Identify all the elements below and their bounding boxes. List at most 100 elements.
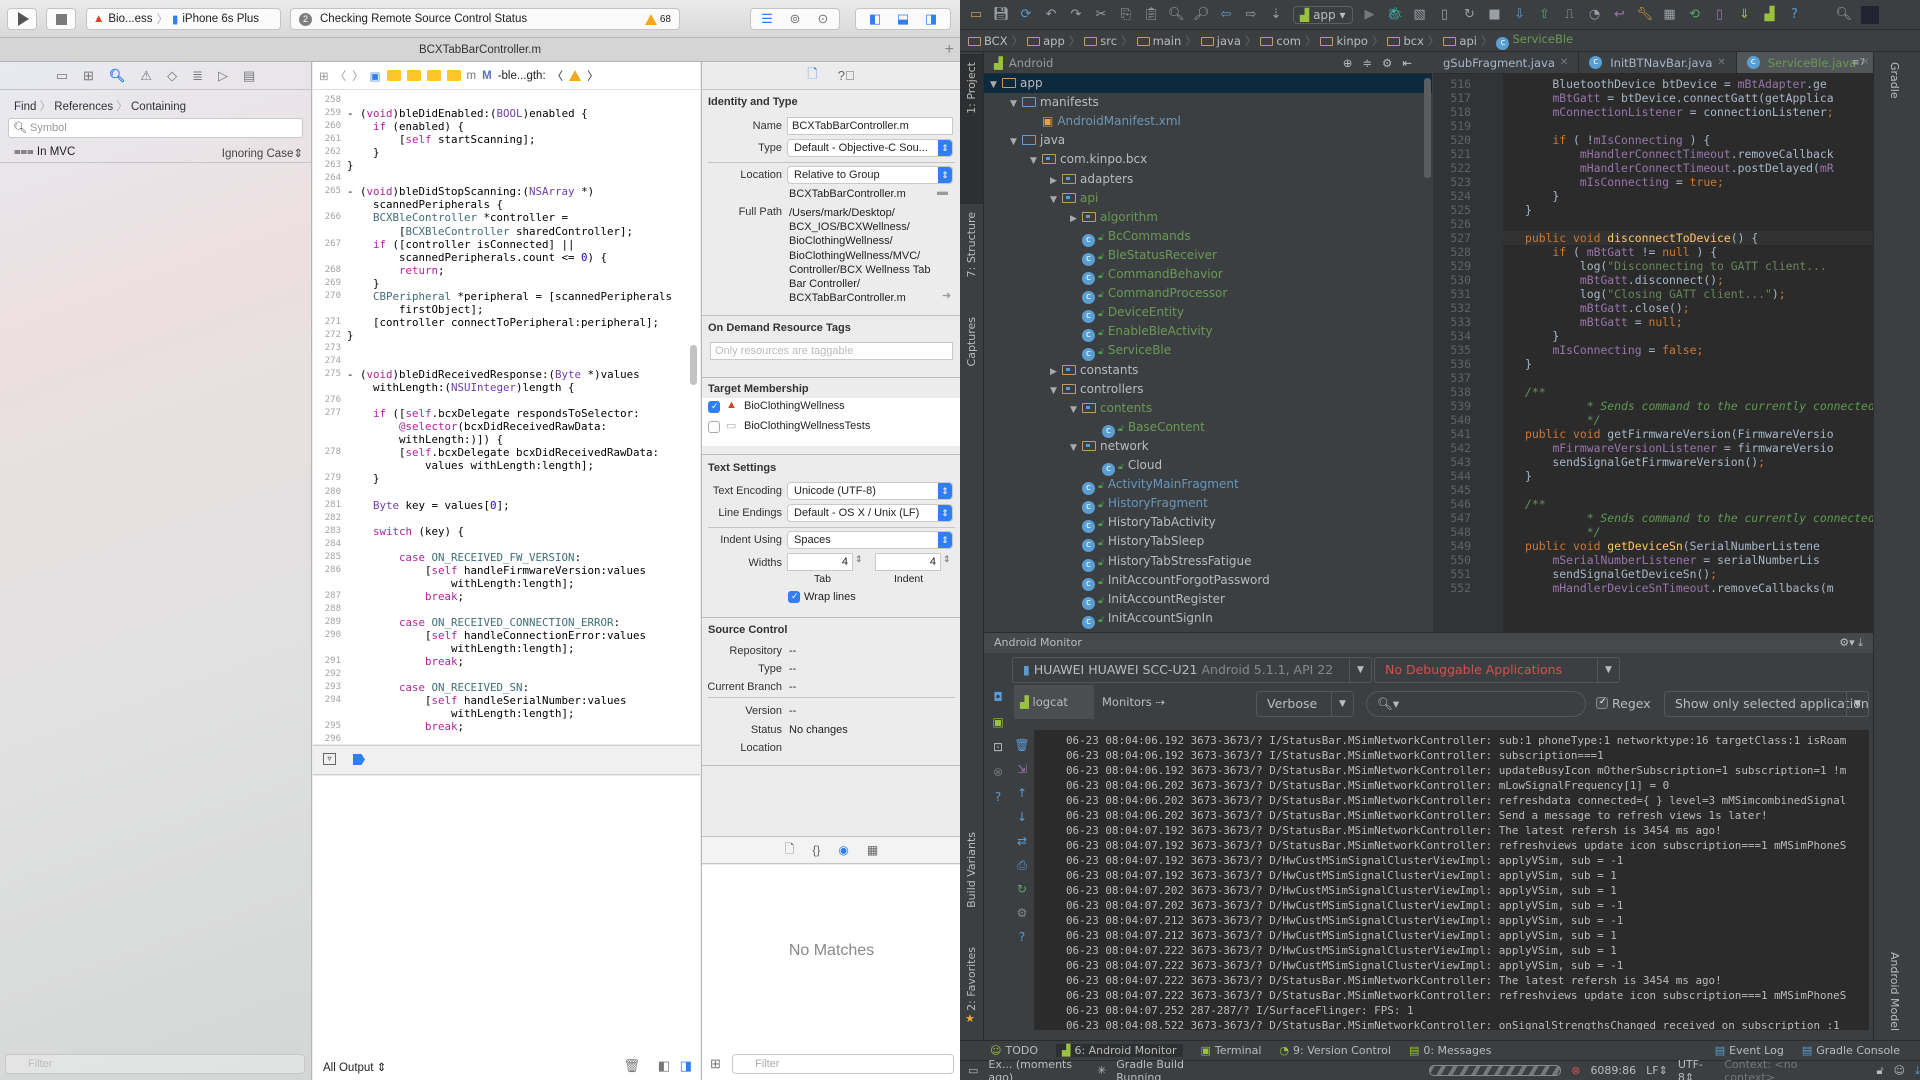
logcat-output[interactable]: 06-23 08:04:06.192 3673-3673/? I/StatusB… xyxy=(1034,730,1869,1030)
tree-item[interactable]: c 🔓︎ BcCommands xyxy=(984,227,1432,247)
tab-logcat[interactable]: ▟ logcat xyxy=(1014,685,1094,719)
project-tool-button[interactable]: 1: Project xyxy=(965,62,978,114)
debug-console[interactable]: All Output ⇕ 🗑︎ ◧ ◨ xyxy=(313,776,700,1080)
rerun-icon[interactable]: ↻ xyxy=(1462,7,1478,22)
sync-gradle-icon[interactable]: ⟲ xyxy=(1687,7,1703,22)
update-icon[interactable]: ⤓ xyxy=(1915,1064,1920,1078)
open-icon[interactable]: ▭ xyxy=(968,7,984,22)
cut-icon[interactable]: ✂ xyxy=(1093,7,1109,22)
replace-icon[interactable]: 🔎︎ xyxy=(1193,7,1210,22)
device-selector[interactable]: ▮ HUAWEI HUAWEI SCC-U21 Android 5.1.1, A… xyxy=(1012,657,1372,683)
tree-item[interactable]: ▶ constants xyxy=(984,361,1432,380)
paste-icon[interactable]: 📋︎ xyxy=(1143,7,1160,22)
reveal-in-finder-icon[interactable]: ➜ xyxy=(942,289,951,302)
caret-position[interactable]: 6089:86 xyxy=(1590,1064,1636,1077)
find-crumb[interactable]: Find xyxy=(14,101,36,113)
add-tab-icon[interactable]: + xyxy=(945,38,954,62)
source-editor[interactable]: 258 259 - (void)bleDidEnabled:(BOOL)enable… xyxy=(313,90,700,744)
tree-item[interactable]: ▼ contents xyxy=(984,399,1432,418)
tree-item[interactable]: c 🔓︎ HistoryTabSleep xyxy=(984,532,1432,553)
breadcrumb-item[interactable]: bcx xyxy=(1387,34,1424,48)
editor-tab[interactable]: BCXTabBarController.m + xyxy=(0,38,960,62)
tab-width-stepper[interactable]: ⇕ xyxy=(855,554,863,565)
regex-checkbox[interactable] xyxy=(1596,697,1608,709)
filter-selector[interactable]: Show only selected application ▼ xyxy=(1664,691,1869,717)
library-filter-input[interactable]: Filter xyxy=(732,1054,954,1074)
cancel-task-icon[interactable]: ⊗ xyxy=(1571,1064,1580,1077)
editor-tab[interactable]: gSubFragment.java ✕ xyxy=(1433,52,1580,74)
folder-icon[interactable] xyxy=(446,70,461,81)
screenshot-icon[interactable]: ◘ xyxy=(988,685,1008,710)
navigator-filter-input[interactable]: Filter xyxy=(5,1054,305,1074)
folder-icon[interactable] xyxy=(386,70,401,81)
breadcrumb-item[interactable]: app xyxy=(1027,34,1065,48)
tree-item[interactable]: c 🔓︎ CommandProcessor xyxy=(984,284,1432,305)
clear-logcat-icon[interactable]: 🗑︎ xyxy=(1012,733,1032,757)
hide-panel-icon[interactable]: ⇤ xyxy=(1402,56,1412,70)
copy-icon[interactable]: ⎘ xyxy=(1118,7,1134,22)
trash-icon[interactable]: 🗑︎ xyxy=(623,1058,640,1074)
output-selector[interactable]: All Output ⇕ xyxy=(323,1060,386,1074)
close-icon[interactable]: ✕ xyxy=(1560,52,1568,74)
favorites-tool-button[interactable]: 2: Favorites xyxy=(965,947,978,1011)
down-icon[interactable]: ↓ xyxy=(1012,805,1032,829)
project-navigator-icon[interactable]: ▭ xyxy=(56,68,68,84)
tree-item[interactable]: ▼ api xyxy=(984,189,1432,208)
breadcrumb-item[interactable]: api xyxy=(1443,34,1477,48)
run-config-selector[interactable]: ▟ app ▾ xyxy=(1293,5,1353,24)
folder-icon[interactable] xyxy=(406,70,421,81)
breadcrumb-item[interactable]: src xyxy=(1084,34,1117,48)
tree-item[interactable]: c 🔓︎ BaseContent xyxy=(984,418,1432,438)
line-separator[interactable]: LF⇕ xyxy=(1646,1064,1668,1077)
scroll-from-source-icon[interactable]: ⊕ xyxy=(1343,56,1353,70)
tool-tab[interactable]: ▤ 0: Messages xyxy=(1409,1044,1492,1057)
find-icon[interactable]: 🔍︎ xyxy=(1168,7,1185,22)
gradle-console-tab[interactable]: ▤ Gradle Console xyxy=(1802,1044,1900,1057)
log-level-selector[interactable]: Verbose ▼ xyxy=(1256,691,1354,717)
forward-button[interactable]: 〉 xyxy=(352,68,364,84)
screen-record-icon[interactable]: ▣ xyxy=(988,710,1008,735)
tree-item[interactable]: ▼ network xyxy=(984,437,1432,456)
tab-monitors[interactable]: Monitors ⇢ xyxy=(1094,685,1170,719)
save-icon[interactable]: 💾︎ xyxy=(993,7,1010,22)
stop-icon[interactable]: ■ xyxy=(1487,7,1503,22)
structure-tool-button[interactable]: 7: Structure xyxy=(965,212,978,277)
tree-item[interactable]: c 🔓︎ DeviceEntity xyxy=(984,303,1432,324)
tree-item[interactable]: ▼ com.kinpo.bcx xyxy=(984,150,1432,169)
apply-changes-icon[interactable]: ▯ xyxy=(1437,7,1453,22)
tree-item[interactable]: c 🔓︎ HistoryTabActivity xyxy=(984,513,1432,534)
tree-item[interactable]: c 🔓︎ InitAccountRegister xyxy=(984,590,1432,610)
breakpoints-toggle-icon[interactable] xyxy=(353,754,365,765)
tree-item[interactable]: ▣ AndroidManifest.xml xyxy=(984,112,1432,131)
status-message[interactable]: Ex... (moments ago) xyxy=(988,1058,1087,1080)
scheme-selector[interactable]: ▲ Bio...ess 〉 ▮ iPhone 6s Plus xyxy=(86,8,281,30)
lock-icon[interactable]: 🔓︎ xyxy=(1877,1064,1884,1078)
inspector-icon[interactable]: ☺ xyxy=(1894,1064,1905,1077)
tree-item[interactable]: c 🔓︎ ServiceBle xyxy=(984,341,1432,362)
tree-item[interactable]: c 🔓︎ CommandBehavior xyxy=(984,265,1432,285)
android-model-tool-button[interactable]: Android Model xyxy=(1888,952,1901,1031)
target-checkbox[interactable] xyxy=(708,401,720,413)
avd-manager-icon[interactable]: ▯ xyxy=(1712,7,1728,22)
symbol-navigator-icon[interactable]: ⊞ xyxy=(83,68,94,84)
close-icon[interactable]: ✕ xyxy=(1717,52,1725,74)
captures-tool-button[interactable]: Captures xyxy=(965,317,978,366)
tool-tab[interactable]: ▣ Terminal xyxy=(1201,1044,1262,1057)
tree-item[interactable]: c 🔓︎ BleStatusReceiver xyxy=(984,246,1432,266)
folder-icon[interactable] xyxy=(426,70,441,81)
settings-icon[interactable]: 🔧︎ xyxy=(1637,7,1654,22)
tool-tab[interactable]: ▟ 6: Android Monitor xyxy=(1055,1044,1183,1057)
hide-debug-area-icon[interactable]: ▿ xyxy=(323,753,336,765)
tree-item[interactable]: c 🔓︎ InitAccountForgotPassword xyxy=(984,571,1432,591)
tool-tab[interactable]: ☺ TODO xyxy=(990,1044,1038,1057)
file-template-icon[interactable]: 🗋︎ xyxy=(785,840,795,861)
jump-method[interactable]: -ble...gth: xyxy=(498,70,546,82)
tab-width-field[interactable]: 4 xyxy=(787,553,853,571)
vcs-commit-icon[interactable]: ⇧ xyxy=(1537,7,1553,22)
breakpoint-navigator-icon[interactable]: ▷ xyxy=(218,68,228,84)
quick-help-icon[interactable]: ?⃝ xyxy=(838,68,855,83)
project-structure-icon[interactable]: ▦ xyxy=(1662,7,1678,22)
indent-width-field[interactable]: 4 xyxy=(875,553,941,571)
history-icon[interactable]: ◔ xyxy=(1587,7,1603,22)
back-icon[interactable]: ⇦ xyxy=(1218,7,1234,22)
